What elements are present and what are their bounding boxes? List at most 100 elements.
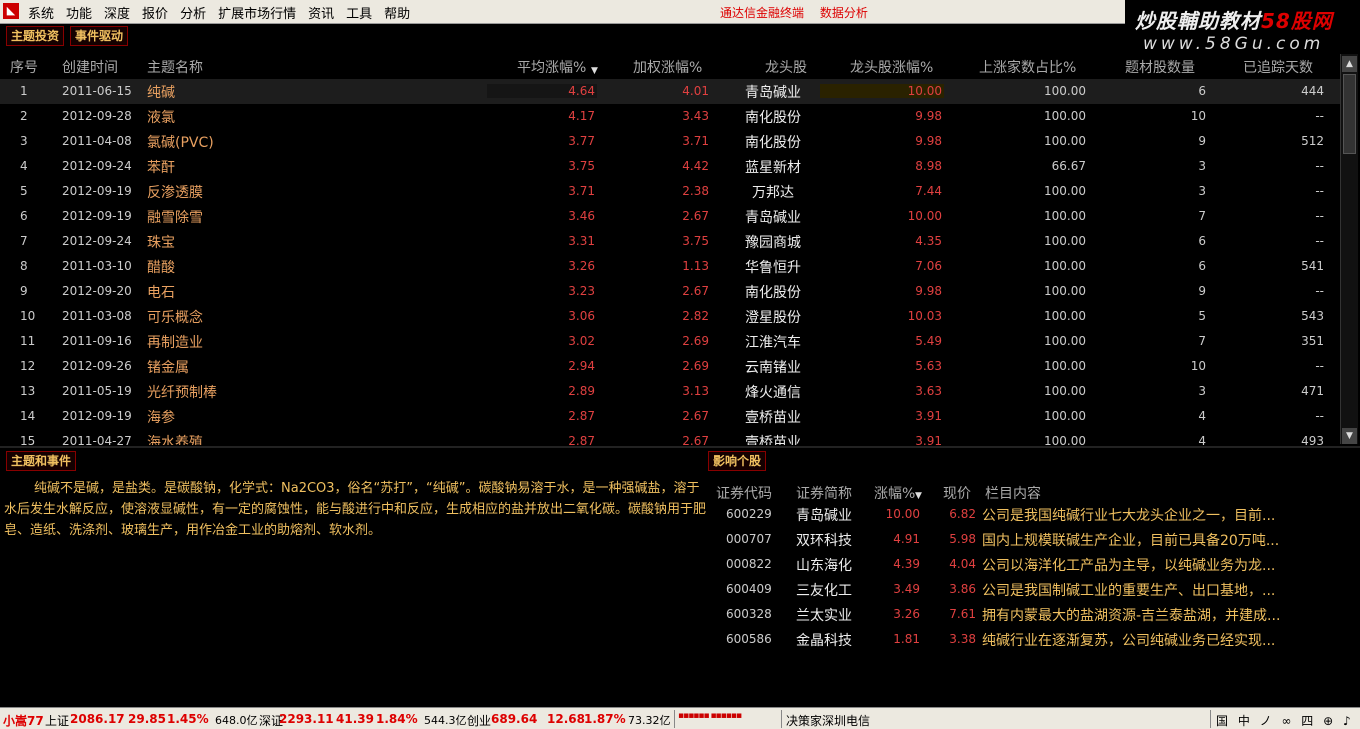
table-row[interactable]: 2 2012-09-28 液氯 4.17 3.43 南化股份 9.98 100.00 10 --: [0, 104, 1340, 129]
row-leader: 蓝星新材: [745, 160, 801, 176]
row-index: 3: [20, 134, 28, 148]
row-up-ratio: 100.00: [1044, 209, 1086, 223]
stock-row[interactable]: 600229 青岛碱业 10.00 6.82 公司是我国纯碱行业七大龙头企业之一，目前.…: [706, 502, 1360, 527]
row-leader-change: 9.98: [915, 109, 942, 123]
table-row[interactable]: 9 2012-09-20 电石 3.23 2.67 南化股份 9.98 100.00 9 --: [0, 279, 1340, 304]
row-theme-name: 可乐概念: [147, 310, 203, 326]
row-stock-count: 4: [1198, 409, 1206, 423]
status-user[interactable]: 小嵩77: [3, 712, 44, 729]
table-row[interactable]: 7 2012-09-24 珠宝 3.31 3.75 豫园商城 4.35 100.00 6 --: [0, 229, 1340, 254]
col-header-price[interactable]: 现价: [943, 483, 971, 503]
menu-item-extended-market[interactable]: 扩展市场行情: [212, 3, 302, 22]
panel-title-theme-event[interactable]: 主题和事件: [6, 451, 77, 471]
market-activity-icon: ▪▪▪▪▪▪ ▪▪▪▪▪▪: [678, 711, 742, 721]
col-header-avg-change[interactable]: 平均涨幅%: [517, 57, 586, 77]
row-weighted-change: 2.67: [682, 409, 709, 423]
panel-title-affected-stocks[interactable]: 影响个股: [708, 451, 767, 471]
stock-row[interactable]: 600586 金晶科技 1.81 3.38 纯碱行业在逐渐复苏，公司纯碱业务已经实现..…: [706, 627, 1360, 652]
table-row[interactable]: 3 2011-04-08 氯碱(PVC) 3.77 3.71 南化股份 9.98 100.00…: [0, 129, 1340, 154]
row-theme-name: 海水养殖: [147, 435, 203, 445]
server-name[interactable]: 决策家深圳电信: [786, 712, 870, 729]
row-leader-change: 7.06: [915, 259, 942, 273]
tray-icons[interactable]: 国 中 ノ ∞ 四 ⊕ ♪: [1216, 712, 1354, 729]
stock-change: 4.39: [893, 557, 920, 571]
table-row[interactable]: 12 2012-09-26 锗金属 2.94 2.69 云南锗业 5.63 100.00 10 -…: [0, 354, 1340, 379]
link-data-analysis[interactable]: 数据分析: [820, 6, 868, 20]
app-logo-icon[interactable]: ◣: [3, 3, 19, 19]
col-header-change[interactable]: 涨幅%: [874, 483, 915, 503]
row-weighted-change: 4.01: [682, 84, 709, 98]
stock-row[interactable]: 600328 兰太实业 3.26 7.61 拥有内蒙最大的盐湖资源-吉兰泰盐湖，并建成.…: [706, 602, 1360, 627]
stock-row[interactable]: 000707 双环科技 4.91 5.98 国内上规模联碱生产企业，目前已具备20万吨.…: [706, 527, 1360, 552]
row-leader: 南化股份: [745, 135, 801, 151]
stock-price: 7.61: [949, 607, 976, 621]
menu-item-function[interactable]: 功能: [60, 3, 98, 22]
col-header-content[interactable]: 栏目内容: [985, 483, 1041, 503]
row-theme-name: 融雪除雪: [147, 210, 203, 226]
col-header-code[interactable]: 证券代码: [716, 483, 772, 503]
table-row[interactable]: 11 2011-09-16 再制造业 3.02 2.69 江淮汽车 5.49 100.00 7 3…: [0, 329, 1340, 354]
col-header-leader[interactable]: 龙头股: [765, 57, 807, 77]
index-sh-label[interactable]: 上证: [45, 712, 69, 729]
table-row[interactable]: 1 2011-06-15 纯碱 4.64 4.01 青岛碱业 10.00 100.00 6 444: [0, 79, 1340, 104]
row-tracked-days: 351: [1301, 334, 1324, 348]
row-up-ratio: 100.00: [1044, 184, 1086, 198]
menu-item-tools[interactable]: 工具: [340, 3, 378, 22]
table-row[interactable]: 10 2011-03-08 可乐概念 3.06 2.82 澄星股份 10.03 100.00 5…: [0, 304, 1340, 329]
col-header-created[interactable]: 创建时间: [62, 57, 118, 77]
menu-item-news[interactable]: 资讯: [302, 3, 340, 22]
table-row[interactable]: 13 2011-05-19 光纤预制棒 2.89 3.13 烽火通信 3.63 100.00 3…: [0, 379, 1340, 404]
row-index: 6: [20, 209, 28, 223]
row-avg-change: 4.64: [487, 84, 597, 98]
index-sz-change: 41.39: [336, 712, 374, 726]
row-weighted-change: 2.67: [682, 434, 709, 445]
menu-item-quote[interactable]: 报价: [136, 3, 174, 22]
stock-row[interactable]: 600409 三友化工 3.49 3.86 公司是我国制碱工业的重要生产、出口基地，..…: [706, 577, 1360, 602]
col-header-leader-change[interactable]: 龙头股涨幅%: [850, 57, 933, 77]
table-row[interactable]: 15 2011-04-27 海水养殖 2.87 2.67 壹桥苗业 3.91 100.00 4 4…: [0, 429, 1340, 445]
row-tracked-days: --: [1315, 409, 1324, 423]
table-row[interactable]: 14 2012-09-19 海参 2.87 2.67 壹桥苗业 3.91 100.00 4 --: [0, 404, 1340, 429]
col-header-short-name[interactable]: 证券简称: [796, 483, 852, 503]
link-terminal[interactable]: 通达信金融终端: [720, 6, 804, 20]
col-header-tracked-days[interactable]: 已追踪天数: [1243, 57, 1313, 77]
row-weighted-change: 4.42: [682, 159, 709, 173]
table-row[interactable]: 5 2012-09-19 反渗透膜 3.71 2.38 万邦达 7.44 100.00 3 --: [0, 179, 1340, 204]
index-cy-label[interactable]: 创业: [467, 712, 491, 729]
row-avg-change: 3.06: [568, 309, 595, 323]
col-header-index[interactable]: 序号: [10, 57, 38, 77]
scroll-down-icon[interactable]: ▼: [1342, 428, 1357, 444]
row-leader-change: 3.63: [915, 384, 942, 398]
stock-name: 三友化工: [796, 583, 852, 599]
menu-item-analysis[interactable]: 分析: [174, 3, 212, 22]
table-row[interactable]: 8 2011-03-10 醋酸 3.26 1.13 华鲁恒升 7.06 100.00 6 541: [0, 254, 1340, 279]
row-leader: 青岛碱业: [745, 210, 801, 226]
row-leader-change: 5.63: [915, 359, 942, 373]
stock-code: 600586: [726, 632, 772, 646]
stock-row[interactable]: 000822 山东海化 4.39 4.04 公司以海洋化工产品为主导，以纯碱业务为龙..…: [706, 552, 1360, 577]
col-header-stock-count[interactable]: 题材股数量: [1125, 57, 1195, 77]
scroll-thumb[interactable]: [1343, 74, 1356, 154]
tab-theme-investment[interactable]: 主题投资: [6, 26, 65, 46]
row-tracked-days: 471: [1301, 384, 1324, 398]
row-avg-change: 3.46: [568, 209, 595, 223]
tab-event-driven[interactable]: 事件驱动: [70, 26, 129, 46]
row-created: 2012-09-26: [62, 359, 132, 373]
col-header-weighted-change[interactable]: 加权涨幅%: [633, 57, 702, 77]
tab-bar: 主题投资 事件驱动: [0, 24, 1130, 50]
col-header-up-ratio[interactable]: 上涨家数占比%: [979, 57, 1076, 77]
row-avg-change: 3.77: [568, 134, 595, 148]
col-header-theme-name[interactable]: 主题名称: [147, 57, 203, 77]
row-created: 2012-09-19: [62, 184, 132, 198]
table-row[interactable]: 4 2012-09-24 苯酐 3.75 4.42 蓝星新材 8.98 66.67 3 --: [0, 154, 1340, 179]
menu-item-help[interactable]: 帮助: [378, 3, 416, 22]
row-tracked-days: --: [1315, 184, 1324, 198]
row-leader: 澄星股份: [745, 310, 801, 326]
table-scrollbar[interactable]: ▲ ▼: [1340, 54, 1358, 444]
menu-item-depth[interactable]: 深度: [98, 3, 136, 22]
menu-item-system[interactable]: 系统: [22, 3, 60, 22]
index-sh-amount: 648.0亿: [215, 714, 258, 727]
scroll-up-icon[interactable]: ▲: [1342, 56, 1357, 72]
table-row[interactable]: 6 2012-09-19 融雪除雪 3.46 2.67 青岛碱业 10.00 100.00 7 -…: [0, 204, 1340, 229]
row-stock-count: 5: [1198, 309, 1206, 323]
